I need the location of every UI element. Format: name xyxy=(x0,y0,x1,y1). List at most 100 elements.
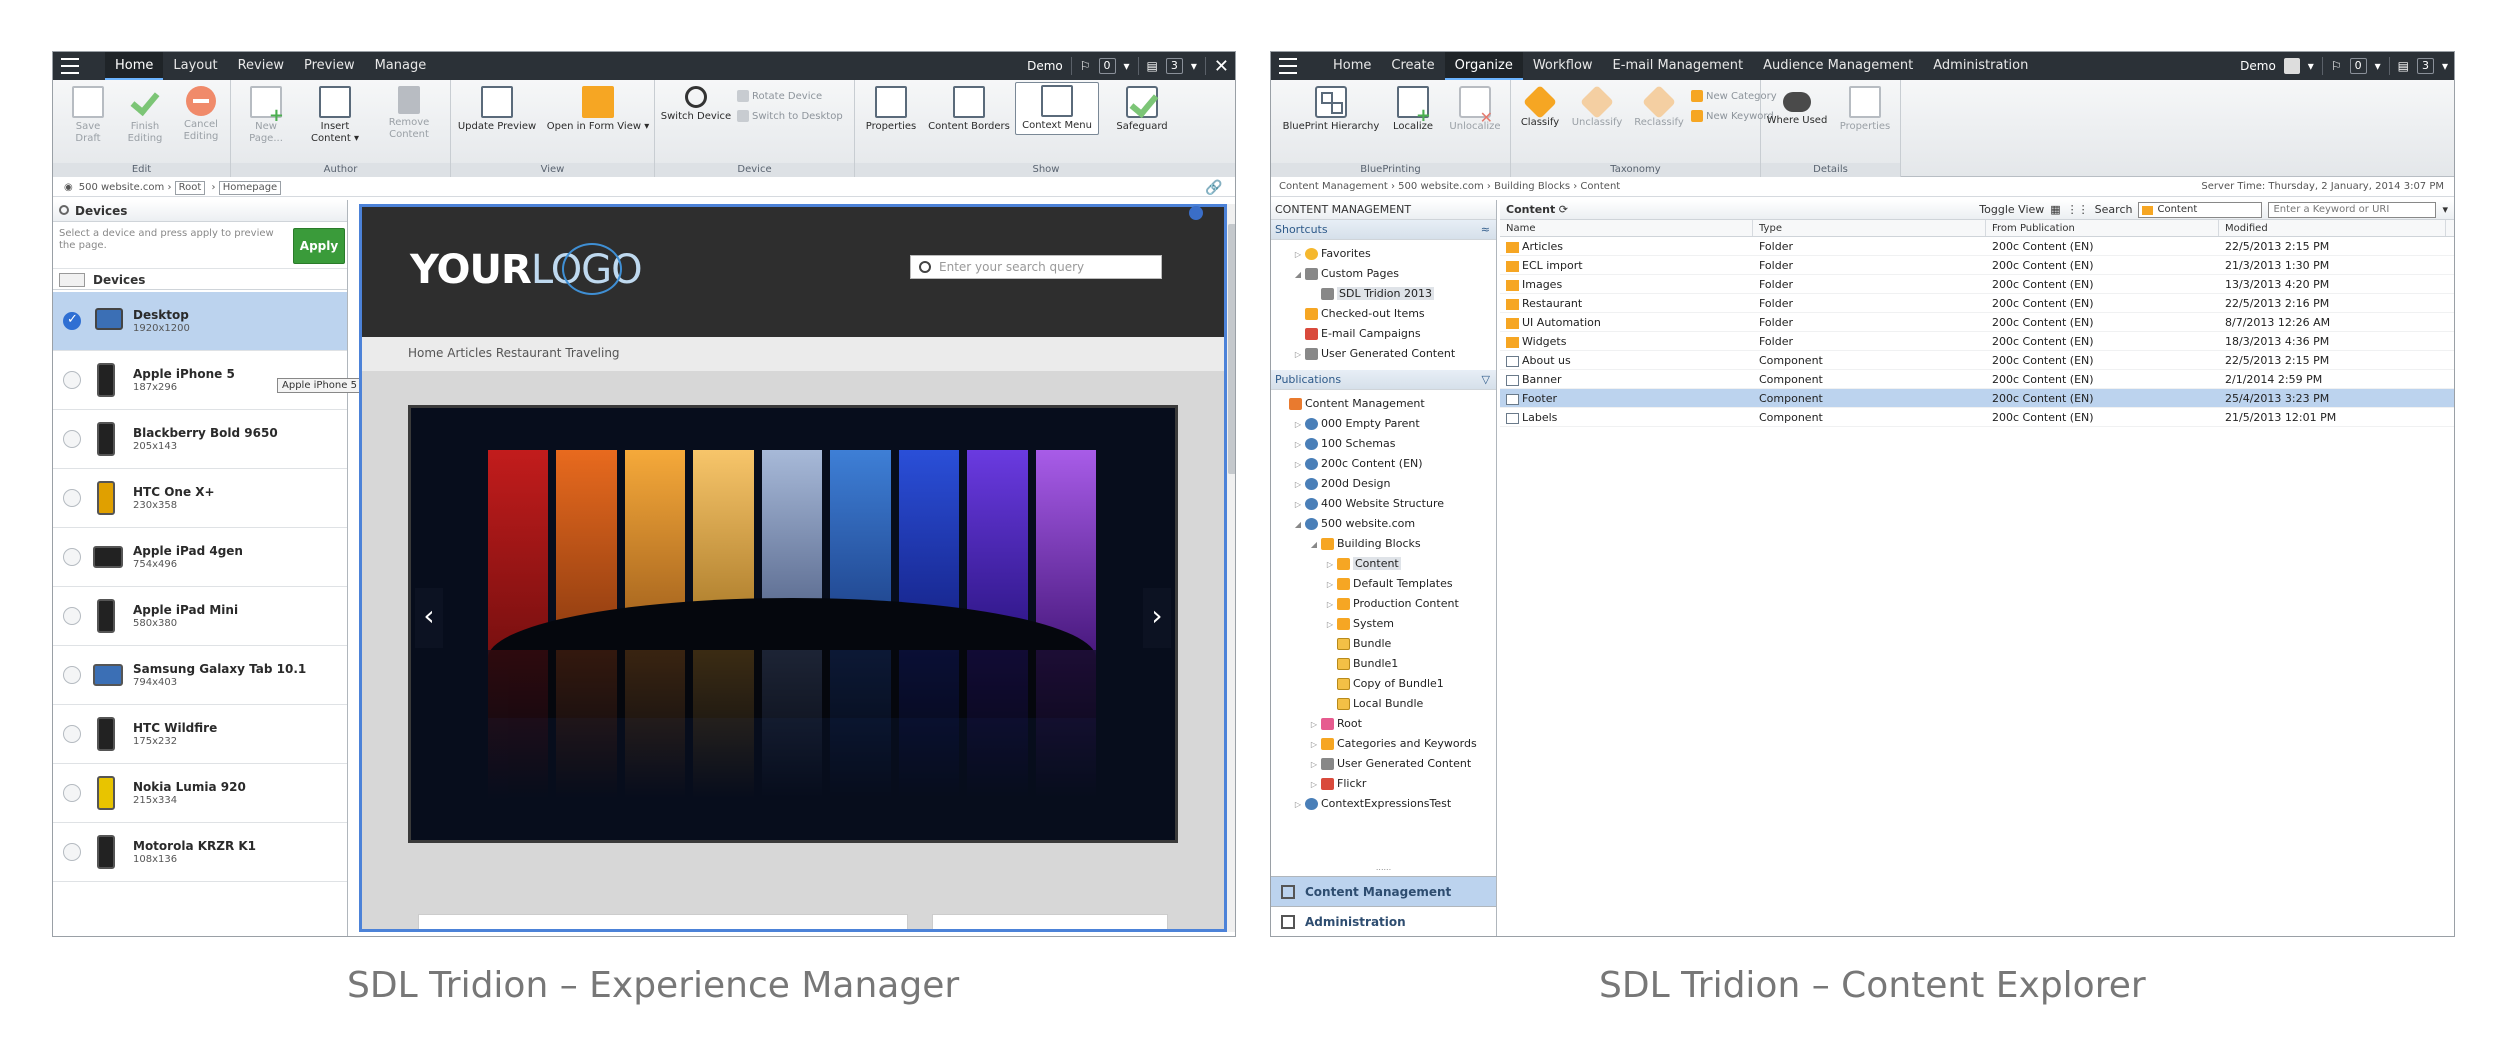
link-icon[interactable]: 🔗 xyxy=(1205,180,1222,196)
breadcrumb-publication[interactable]: 500 website.com xyxy=(79,182,165,193)
device-item-galaxy-tab[interactable]: Samsung Galaxy Tab 10.1 794x403 xyxy=(53,646,347,705)
tree-node[interactable]: ▷ User Generated Content xyxy=(1271,754,1496,774)
remove-content-button[interactable]: Remove Content xyxy=(377,86,441,141)
image-slider[interactable]: ‹ › xyxy=(408,405,1178,843)
expand-icon[interactable]: ▷ xyxy=(1325,595,1335,615)
column-modified[interactable]: Modified xyxy=(2219,220,2446,236)
user-avatar-icon[interactable] xyxy=(2283,58,2300,74)
menu-icon[interactable] xyxy=(1279,58,1297,74)
radio-checked[interactable] xyxy=(63,312,81,330)
tab-organize[interactable]: Organize xyxy=(1444,52,1523,80)
properties-button[interactable]: Properties xyxy=(1833,86,1897,133)
blueprint-hierarchy-button[interactable]: BluePrint Hierarchy xyxy=(1281,86,1381,133)
keyword-search-input[interactable]: Enter a Keyword or URI xyxy=(2268,202,2437,218)
nav-content-management[interactable]: Content Management xyxy=(1271,876,1496,906)
tree-node[interactable]: Local Bundle xyxy=(1271,694,1496,714)
publications-header[interactable]: Publications ▽ xyxy=(1271,370,1496,390)
classify-button[interactable]: Classify xyxy=(1515,85,1565,129)
expand-icon[interactable]: ◢ xyxy=(1293,265,1303,285)
radio[interactable] xyxy=(63,489,81,507)
expand-icon[interactable]: ▷ xyxy=(1309,775,1319,795)
tree-node[interactable]: ▷ Production Content xyxy=(1271,594,1496,614)
tab-layout[interactable]: Layout xyxy=(163,52,227,80)
finish-editing-button[interactable]: Finish Editing xyxy=(117,86,173,145)
tree-node[interactable]: Bundle xyxy=(1271,634,1496,654)
slider-next-button[interactable]: › xyxy=(1143,588,1171,648)
tree-node[interactable]: ◢ Custom Pages xyxy=(1271,264,1496,284)
column-publication[interactable]: From Publication xyxy=(1986,220,2219,236)
devices-dropdown[interactable]: Devices xyxy=(53,268,347,290)
tab-review[interactable]: Review xyxy=(228,52,294,80)
table-row[interactable]: Banner Component 200c Content (EN) 2/1/2014… xyxy=(1500,370,2454,389)
expand-icon[interactable]: ▷ xyxy=(1309,755,1319,775)
chevron-down-icon[interactable]: ▾ xyxy=(1124,59,1130,73)
tree-node[interactable]: ▷ 400 Website Structure xyxy=(1271,494,1496,514)
context-menu-button[interactable]: Context Menu xyxy=(1015,82,1099,135)
device-item-ipad-mini[interactable]: Apple iPad Mini 580x380 xyxy=(53,587,347,646)
unclassify-button[interactable]: Unclassify xyxy=(1567,85,1627,129)
tab-manage[interactable]: Manage xyxy=(365,52,437,80)
radio[interactable] xyxy=(63,843,81,861)
tree-node[interactable]: Content Management xyxy=(1271,394,1496,414)
expand-icon[interactable]: ▷ xyxy=(1293,245,1303,265)
panel-resize-handle[interactable]: ...... xyxy=(1271,864,1496,872)
update-preview-button[interactable]: Update Preview xyxy=(455,86,539,133)
tab-administration[interactable]: Administration xyxy=(1923,52,2038,80)
breadcrumb-root[interactable]: Root xyxy=(174,181,206,195)
expand-icon[interactable]: ▷ xyxy=(1293,435,1303,455)
rotate-device-button[interactable]: Rotate Device xyxy=(737,90,822,102)
tree-node[interactable]: ▷ 200c Content (EN) xyxy=(1271,454,1496,474)
collapse-icon[interactable]: ≈ xyxy=(1481,220,1490,240)
filter-icon[interactable]: ▽ xyxy=(1482,370,1490,390)
tab-create[interactable]: Create xyxy=(1381,52,1444,80)
tree-node[interactable]: ▷ User Generated Content xyxy=(1271,344,1496,364)
tree-node[interactable]: Checked-out Items xyxy=(1271,304,1496,324)
safeguard-button[interactable]: Safeguard xyxy=(1107,86,1177,133)
tree-node[interactable]: ▷ 000 Empty Parent xyxy=(1271,414,1496,434)
expand-icon[interactable]: ▷ xyxy=(1293,415,1303,435)
table-row[interactable]: UI Automation Folder 200c Content (EN) 8/7/… xyxy=(1500,313,2454,332)
user-name[interactable]: Demo xyxy=(1027,59,1063,73)
tree-node[interactable]: ▷ 200d Design xyxy=(1271,474,1496,494)
tree-node[interactable]: ▷ Categories and Keywords xyxy=(1271,734,1496,754)
tree-node[interactable]: ▷ ContextExpressionsTest xyxy=(1271,794,1496,814)
tree-node[interactable]: ◢ Building Blocks xyxy=(1271,534,1496,554)
tree-node[interactable]: E-mail Campaigns xyxy=(1271,324,1496,344)
chevron-down-icon[interactable]: ▾ xyxy=(2442,202,2448,218)
properties-button[interactable]: Properties xyxy=(861,86,921,133)
nav-administration[interactable]: Administration xyxy=(1271,906,1496,936)
save-draft-button[interactable]: Save Draft xyxy=(63,86,113,145)
localize-button[interactable]: Localize xyxy=(1383,86,1443,133)
chevron-down-icon[interactable]: ▾ xyxy=(2375,59,2381,73)
slider-prev-button[interactable]: ‹ xyxy=(415,588,443,648)
table-row[interactable]: Labels Component 200c Content (EN) 21/5/201… xyxy=(1500,408,2454,427)
device-item-ipad[interactable]: Apple iPad 4gen 754x496 xyxy=(53,528,347,587)
device-item-lumia[interactable]: Nokia Lumia 920 215x334 xyxy=(53,764,347,823)
chevron-down-icon[interactable]: ▾ xyxy=(1191,59,1197,73)
table-row[interactable]: ECL import Folder 200c Content (EN) 21/3/20… xyxy=(1500,256,2454,275)
expand-icon[interactable]: ▷ xyxy=(1309,715,1319,735)
expand-icon[interactable]: ◢ xyxy=(1309,535,1319,555)
expand-icon[interactable]: ▷ xyxy=(1293,345,1303,365)
expand-icon[interactable]: ▷ xyxy=(1325,575,1335,595)
pages-icon[interactable]: ▤ xyxy=(1147,59,1158,73)
device-item-blackberry[interactable]: Blackberry Bold 9650 205x143 xyxy=(53,410,347,469)
reclassify-button[interactable]: Reclassify xyxy=(1629,85,1689,129)
device-item-desktop[interactable]: Desktop1920x1200 xyxy=(53,292,347,351)
chevron-down-icon[interactable]: ▾ xyxy=(2308,59,2314,73)
tree-node[interactable]: ◢ 500 website.com xyxy=(1271,514,1496,534)
expand-icon[interactable]: ▷ xyxy=(1293,455,1303,475)
device-item-krzr[interactable]: Motorola KRZR K1 108x136 xyxy=(53,823,347,882)
expand-icon[interactable]: ◢ xyxy=(1293,515,1303,535)
refresh-icon[interactable]: ⟳ xyxy=(1559,203,1568,216)
pages-icon[interactable]: ▤ xyxy=(2398,59,2409,73)
tree-node[interactable]: ▷ System xyxy=(1271,614,1496,634)
expand-icon[interactable]: ▷ xyxy=(1293,475,1303,495)
menu-icon[interactable] xyxy=(61,58,79,74)
column-name[interactable]: Name xyxy=(1500,220,1753,236)
chevron-down-icon[interactable]: ▾ xyxy=(2442,59,2448,73)
new-page-button[interactable]: New Page... xyxy=(239,86,293,145)
table-row[interactable]: Restaurant Folder 200c Content (EN) 22/5/20… xyxy=(1500,294,2454,313)
expand-icon[interactable]: ▷ xyxy=(1325,615,1335,635)
device-item-htc-one[interactable]: HTC One X+ 230x358 xyxy=(53,469,347,528)
